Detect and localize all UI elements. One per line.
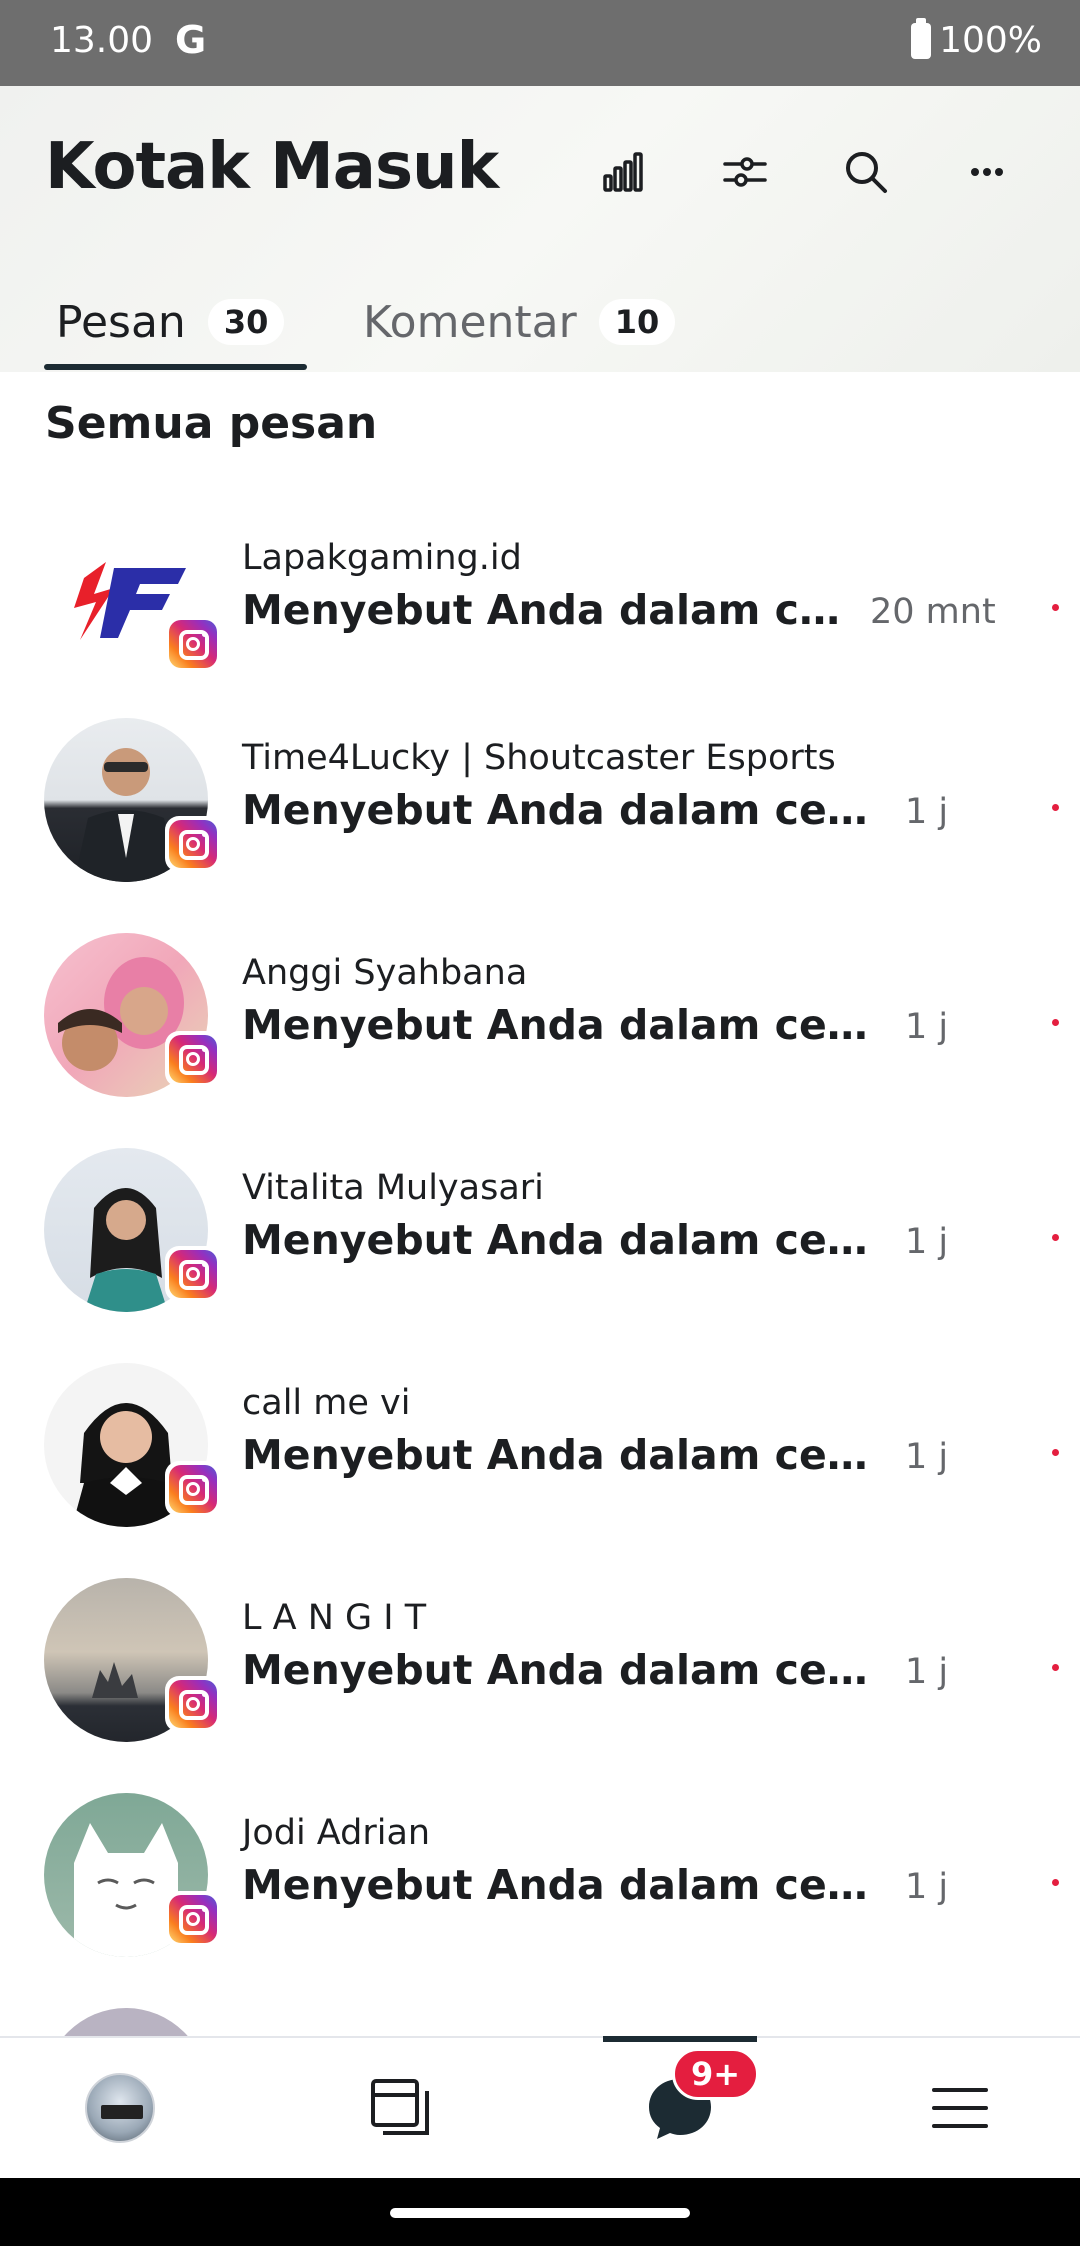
instagram-icon <box>165 1246 221 1302</box>
system-gesture-bar <box>0 2178 1080 2246</box>
section-title: Semua pesan <box>45 398 378 449</box>
active-tab-indicator <box>44 364 307 370</box>
sender-name: L A N G I T <box>242 1598 427 1638</box>
message-preview: Menyebut Anda dalam ceritanya <box>242 1431 882 1479</box>
network-indicator: G <box>175 18 207 62</box>
message-preview: Menyebut Anda dalam ceritanya <box>242 1001 882 1049</box>
instagram-icon <box>165 1891 221 1947</box>
inbox-badge: 9+ <box>672 2048 760 2100</box>
message-time: 1 j <box>905 792 949 832</box>
list-item[interactable]: Jodi Adrian Menyebut Anda dalam ceritany… <box>0 1793 1080 2008</box>
unread-indicator <box>1052 804 1059 811</box>
unread-indicator <box>1052 1449 1059 1456</box>
instagram-icon <box>165 616 221 672</box>
tab-pesan[interactable]: Pesan 30 <box>56 282 285 362</box>
message-time: 1 j <box>905 1007 949 1047</box>
battery-icon <box>911 17 932 59</box>
tab-komentar-count: 10 <box>598 299 676 345</box>
list-item[interactable]: Lapakgaming.id Menyebut Anda dalam cerit… <box>0 518 1080 733</box>
list-item[interactable]: L A N G I T Menyebut Anda dalam ceritany… <box>0 1578 1080 1793</box>
sender-name: call me vi <box>242 1383 411 1423</box>
message-time: 1 j <box>905 1437 949 1477</box>
tab-pesan-label: Pesan <box>56 296 186 348</box>
avatar <box>44 2008 208 2036</box>
unread-indicator <box>1052 604 1059 611</box>
filter-icon[interactable] <box>715 142 775 202</box>
search-icon[interactable] <box>836 142 896 202</box>
insights-icon[interactable] <box>594 142 654 202</box>
message-preview: Menyebut Anda dalam cerit... <box>242 586 842 634</box>
battery-status: 100% <box>911 17 1042 61</box>
tab-komentar-label: Komentar <box>363 296 577 348</box>
battery-level: 100% <box>939 20 1042 61</box>
message-preview: Menyebut Anda dalam ceritanya <box>242 1861 882 1909</box>
unread-indicator <box>1052 1879 1059 1886</box>
status-bar: 13.00 G 100% <box>0 0 1080 86</box>
list-item[interactable]: call me vi Menyebut Anda dalam ceritanya… <box>0 1363 1080 1578</box>
instagram-icon <box>165 1031 221 1087</box>
tab-komentar[interactable]: Komentar 10 <box>363 282 676 362</box>
list-item[interactable]: Anggi Syahbana Menyebut Anda dalam cerit… <box>0 933 1080 1148</box>
sender-name: Vitalita Mulyasari <box>242 1168 544 1208</box>
status-time: 13.00 <box>50 20 154 61</box>
sender-name: Lapakgaming.id <box>242 538 522 578</box>
list-item[interactable] <box>0 2008 1080 2036</box>
more-icon[interactable] <box>957 142 1017 202</box>
page-title: Kotak Masuk <box>45 130 499 204</box>
message-preview: Menyebut Anda dalam ceritanya <box>242 1216 882 1264</box>
home-gesture-handle[interactable] <box>390 2208 690 2218</box>
pages-icon[interactable] <box>350 2038 450 2178</box>
inbox-header: Kotak Masuk Pesan 30 Komentar 10 <box>0 86 1080 372</box>
message-preview: Menyebut Anda dalam ceritanya <box>242 1646 882 1694</box>
menu-icon[interactable] <box>910 2038 1010 2178</box>
sender-name: Jodi Adrian <box>242 1813 431 1853</box>
unread-indicator <box>1052 1019 1059 1026</box>
message-time: 1 j <box>905 1222 949 1262</box>
message-time: 1 j <box>905 1867 949 1907</box>
sender-name: Time4Lucky | Shoutcaster Esports <box>242 738 836 778</box>
unread-indicator <box>1052 1664 1059 1671</box>
instagram-icon <box>165 1461 221 1517</box>
instagram-icon <box>165 1676 221 1732</box>
list-item[interactable]: Vitalita Mulyasari Menyebut Anda dalam c… <box>0 1148 1080 1363</box>
bottom-navigation: 9+ <box>0 2036 1080 2178</box>
tab-pesan-count: 30 <box>207 299 285 345</box>
sender-name: Anggi Syahbana <box>242 953 528 993</box>
message-preview: Menyebut Anda dalam ceritanya <box>242 786 882 834</box>
message-time: 1 j <box>905 1652 949 1692</box>
list-item[interactable]: Time4Lucky | Shoutcaster Esports Menyebu… <box>0 718 1080 933</box>
instagram-icon <box>165 816 221 872</box>
message-time: 20 mnt <box>870 592 996 632</box>
unread-indicator <box>1052 1234 1059 1241</box>
profile-avatar[interactable] <box>70 2038 170 2178</box>
